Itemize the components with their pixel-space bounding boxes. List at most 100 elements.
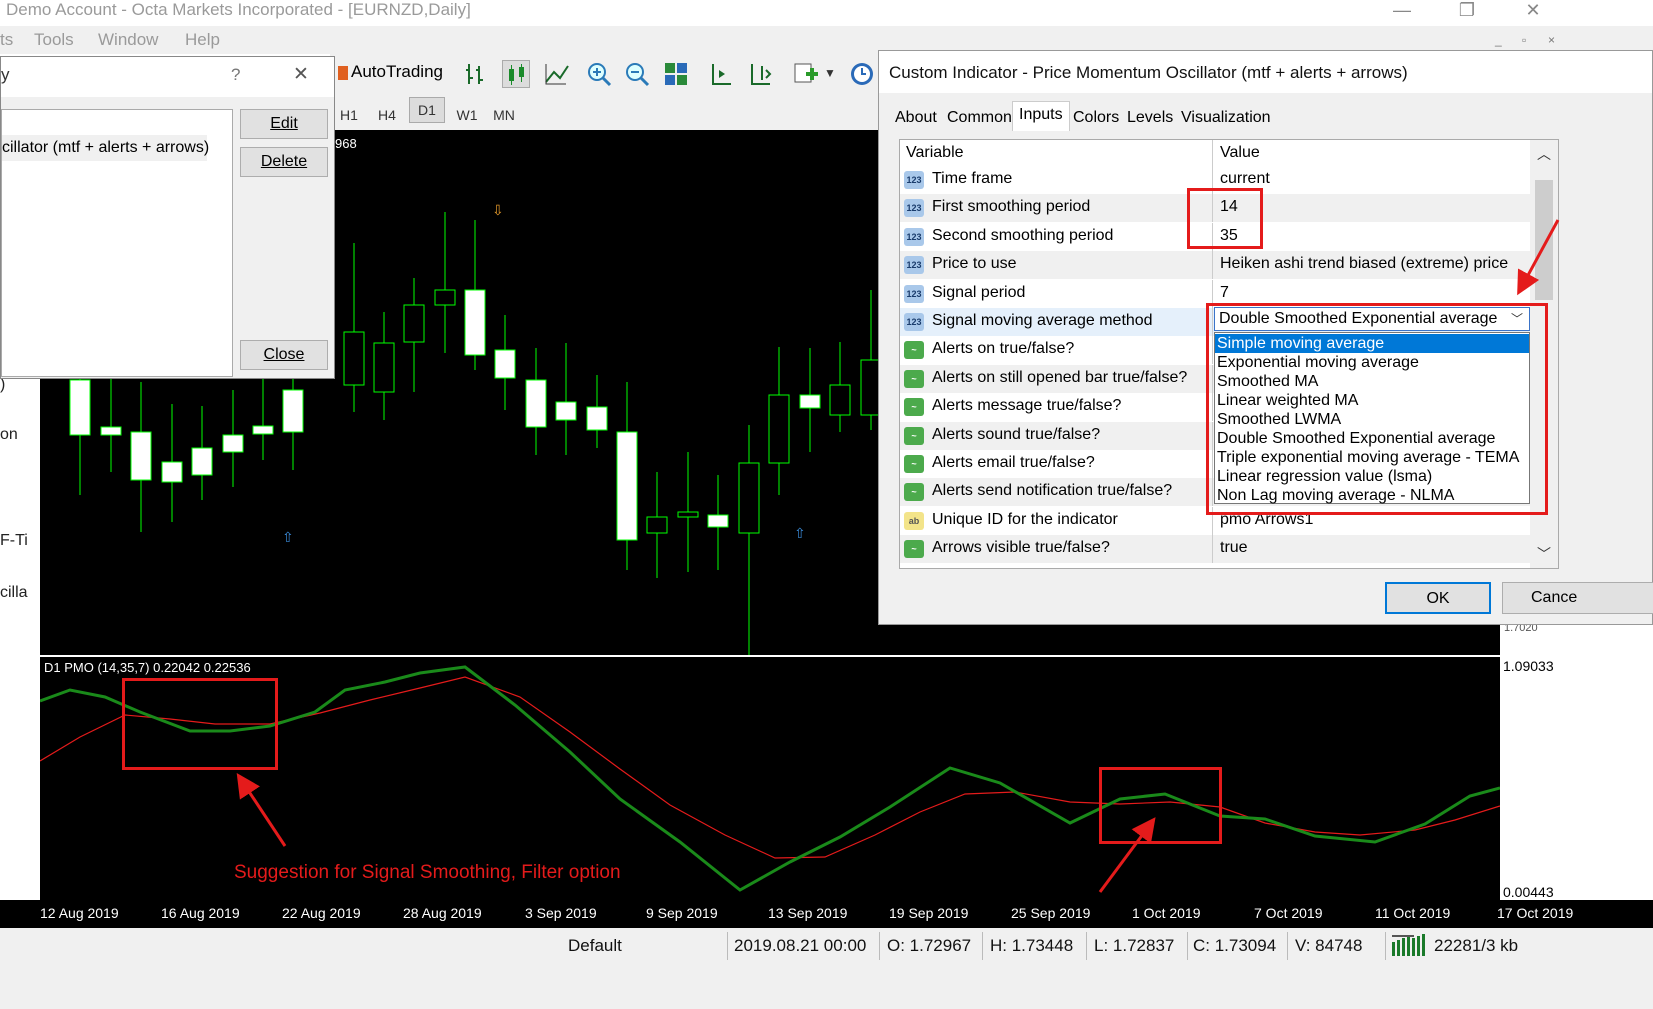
tab-visualization[interactable]: Visualization bbox=[1175, 105, 1277, 131]
input-value[interactable]: 7 bbox=[1220, 284, 1229, 302]
highlight-box bbox=[122, 678, 278, 770]
dialog-titlebar: y ? ✕ bbox=[1, 57, 334, 97]
menu-item-tools[interactable]: Tools bbox=[34, 30, 74, 50]
timeframe-h1[interactable]: H1 bbox=[331, 107, 367, 123]
scroll-up-icon[interactable]: ︿ bbox=[1537, 144, 1551, 164]
tab-colors[interactable]: Colors bbox=[1067, 105, 1125, 131]
edit-button[interactable]: Edit bbox=[240, 109, 328, 139]
tab-about[interactable]: About bbox=[889, 105, 943, 131]
timeframe-d1[interactable]: D1 bbox=[409, 97, 445, 123]
candle-body bbox=[434, 289, 456, 306]
input-value[interactable]: Heiken ashi trend biased (extreme) price bbox=[1220, 255, 1508, 273]
candle-body bbox=[494, 349, 516, 379]
signal-arrow-icon: ⇧ bbox=[794, 525, 806, 541]
boolean-type-icon: ~ bbox=[904, 341, 924, 360]
input-row[interactable]: ~ Arrows visible true/false? true bbox=[900, 535, 1530, 564]
date-label: 13 Sep 2019 bbox=[768, 905, 848, 921]
candle-body bbox=[191, 447, 213, 476]
zoom-out-icon[interactable] bbox=[623, 60, 651, 88]
status-divider bbox=[1187, 932, 1188, 960]
column-divider bbox=[1212, 251, 1213, 280]
status-volume: V: 84748 bbox=[1295, 936, 1363, 955]
candle-body bbox=[161, 461, 183, 483]
autotrading-button[interactable]: AutoTrading bbox=[351, 62, 443, 82]
input-name: Alerts on true/false? bbox=[932, 340, 1075, 358]
candle-body bbox=[100, 426, 122, 436]
candle-body bbox=[799, 394, 821, 409]
input-value[interactable]: true bbox=[1220, 539, 1248, 557]
status-divider bbox=[982, 932, 983, 960]
signal-arrow-icon: ⇩ bbox=[492, 202, 504, 218]
status-divider bbox=[1086, 932, 1087, 960]
boolean-type-icon: ~ bbox=[904, 426, 924, 445]
indicator-list[interactable]: cillator (mtf + alerts + arrows) bbox=[1, 109, 233, 377]
menu-item-help[interactable]: Help bbox=[185, 30, 220, 50]
autoscroll-icon[interactable] bbox=[746, 60, 774, 88]
number-type-icon: 123 bbox=[904, 284, 924, 303]
input-value[interactable]: current bbox=[1220, 170, 1270, 188]
scale-top-value: 1.09033 bbox=[1503, 658, 1554, 674]
zoom-in-icon[interactable] bbox=[585, 60, 613, 88]
candle-body bbox=[677, 511, 699, 518]
add-indicator-icon[interactable] bbox=[792, 60, 820, 88]
chevron-down-icon[interactable]: ▼ bbox=[824, 66, 836, 80]
mdi-restore-button[interactable]: ▫ bbox=[1522, 33, 1526, 47]
bar-chart-icon[interactable] bbox=[463, 60, 491, 88]
input-name: Signal moving average method bbox=[932, 312, 1153, 329]
input-name: Alerts send notification true/false? bbox=[932, 482, 1173, 500]
close-icon[interactable]: ✕ bbox=[293, 63, 309, 86]
input-name: Time frame bbox=[932, 170, 1013, 187]
menu-item-window[interactable]: Window bbox=[98, 30, 158, 50]
date-label: 11 Oct 2019 bbox=[1375, 905, 1451, 921]
status-datetime: 2019.08.21 00:00 bbox=[734, 936, 867, 955]
clock-icon[interactable] bbox=[848, 60, 876, 88]
navigator-fragment: F-Ti bbox=[0, 532, 28, 549]
help-button[interactable]: ? bbox=[231, 65, 240, 85]
input-name: Alerts on still opened bar true/false? bbox=[932, 368, 1188, 386]
scroll-down-icon[interactable]: ﹀ bbox=[1537, 544, 1551, 564]
header-divider bbox=[1212, 140, 1213, 166]
candle-body bbox=[464, 289, 486, 356]
candlestick-chart-icon[interactable] bbox=[502, 60, 530, 88]
chart-shift-icon[interactable] bbox=[707, 60, 735, 88]
autotrading-icon bbox=[336, 62, 350, 84]
menu-item-charts[interactable]: ts bbox=[0, 30, 13, 50]
mdi-minimize-button[interactable]: _ bbox=[1495, 33, 1502, 47]
connection-icon bbox=[1392, 934, 1428, 961]
candle-body bbox=[829, 384, 851, 416]
date-label: 19 Sep 2019 bbox=[889, 905, 969, 921]
line-chart-icon[interactable] bbox=[542, 60, 570, 88]
timeframe-w1[interactable]: W1 bbox=[449, 107, 485, 123]
timeframe-h4[interactable]: H4 bbox=[369, 107, 405, 123]
input-name: First smoothing period bbox=[932, 198, 1091, 216]
candle-body bbox=[282, 389, 304, 433]
ok-button[interactable]: OK bbox=[1385, 582, 1491, 614]
candle-body bbox=[616, 431, 638, 541]
timeframe-mn[interactable]: MN bbox=[486, 107, 522, 123]
scroll-thumb[interactable] bbox=[1535, 180, 1553, 300]
indicators-dialog: y ? ✕ cillator (mtf + alerts + arrows) E… bbox=[0, 56, 335, 379]
status-open: O: 1.72967 bbox=[887, 936, 972, 955]
date-label: 3 Sep 2019 bbox=[525, 905, 597, 921]
status-profile: Default bbox=[568, 936, 622, 955]
tab-inputs[interactable]: Inputs bbox=[1012, 101, 1070, 131]
close-button[interactable]: Close bbox=[240, 340, 328, 370]
delete-button[interactable]: Delete bbox=[240, 147, 328, 177]
cancel-button[interactable]: Cance bbox=[1502, 582, 1653, 614]
candle-body bbox=[646, 516, 668, 534]
tab-common[interactable]: Common bbox=[941, 105, 1018, 131]
candle-body bbox=[222, 434, 244, 453]
input-row[interactable]: 123 Price to use Heiken ashi trend biased … bbox=[900, 251, 1530, 280]
close-window-button[interactable]: ✕ bbox=[1518, 0, 1548, 21]
maximize-button[interactable]: ❐ bbox=[1452, 0, 1482, 21]
tile-windows-icon[interactable] bbox=[662, 60, 690, 88]
list-item[interactable]: cillator (mtf + alerts + arrows) bbox=[2, 135, 209, 161]
status-close: C: 1.73094 bbox=[1193, 936, 1277, 955]
tab-levels[interactable]: Levels bbox=[1121, 105, 1179, 131]
minimize-button[interactable]: — bbox=[1387, 0, 1417, 21]
candle-body bbox=[69, 379, 91, 436]
boolean-type-icon: ~ bbox=[904, 398, 924, 417]
candle-body bbox=[555, 401, 577, 421]
mdi-close-button[interactable]: × bbox=[1548, 33, 1555, 47]
dialog-title: y bbox=[1, 65, 10, 84]
